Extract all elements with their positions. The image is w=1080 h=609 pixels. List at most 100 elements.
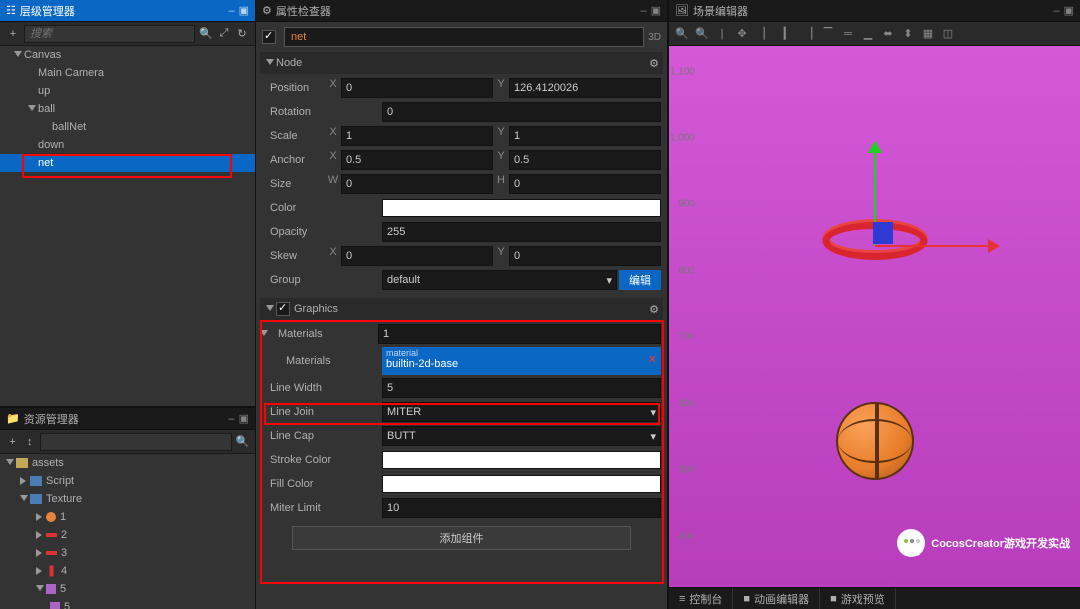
position-x[interactable] bbox=[341, 78, 493, 98]
sort-icon[interactable]: ↕ bbox=[21, 433, 38, 451]
hierarchy-header: ☷ 层级管理器 – ▣ bbox=[0, 0, 255, 22]
search-icon[interactable]: 🔍 bbox=[197, 25, 215, 43]
asset-item[interactable]: 2 bbox=[0, 526, 255, 544]
hierarchy-icon: ☷ bbox=[6, 4, 16, 17]
zoom-out-icon[interactable]: 🔍 bbox=[693, 25, 711, 43]
fill-color-swatch[interactable] bbox=[382, 475, 661, 493]
move-tool-icon[interactable]: ✥ bbox=[733, 25, 751, 43]
gizmo-x-axis[interactable] bbox=[875, 245, 995, 247]
asset-folder-texture[interactable]: Texture bbox=[0, 490, 255, 508]
gizmo-origin[interactable] bbox=[873, 222, 893, 244]
gear-icon: ⚙ bbox=[262, 4, 272, 17]
scene-toolbar: 🔍 🔍 | ✥ ▏ ▎ ▕ ▔ ═ ▁ ⬌ ⬍ ▦ ◫ bbox=[669, 22, 1080, 46]
align-bottom-icon[interactable]: ▁ bbox=[859, 25, 877, 43]
align-top-icon[interactable]: ▔ bbox=[819, 25, 837, 43]
asset-folder-script[interactable]: Script bbox=[0, 472, 255, 490]
inspector-header: ⚙ 属性检查器 – ▣ bbox=[256, 0, 667, 22]
gear-icon[interactable]: ⚙ bbox=[649, 303, 659, 316]
asset-item[interactable]: 5 bbox=[0, 580, 255, 598]
tab-animation[interactable]: ■动画编辑器 bbox=[733, 588, 820, 609]
minimize-icon[interactable]: – bbox=[640, 5, 646, 17]
skew-y[interactable] bbox=[509, 246, 661, 266]
scale-y[interactable] bbox=[509, 126, 661, 146]
tab-preview[interactable]: ■游戏预览 bbox=[820, 588, 896, 609]
minimize-icon[interactable]: – bbox=[228, 5, 234, 17]
scene-title: 场景编辑器 bbox=[693, 3, 1050, 19]
console-icon: ≡ bbox=[679, 593, 685, 605]
refresh-icon[interactable]: ↻ bbox=[233, 25, 251, 43]
color-swatch[interactable] bbox=[382, 199, 661, 217]
anchor-x[interactable] bbox=[341, 150, 493, 170]
align-right-icon[interactable]: ▕ bbox=[799, 25, 817, 43]
tree-node-ballnet[interactable]: ballNet bbox=[0, 118, 255, 136]
edit-group-button[interactable]: 编辑 bbox=[619, 270, 661, 290]
minimize-icon[interactable]: – bbox=[228, 413, 234, 425]
popout-icon[interactable]: ▣ bbox=[239, 4, 249, 17]
assets-search[interactable] bbox=[40, 433, 231, 451]
align-left-icon[interactable]: ▏ bbox=[759, 25, 777, 43]
position-y[interactable] bbox=[509, 78, 661, 98]
remove-icon[interactable]: ✕ bbox=[648, 353, 657, 366]
add-button[interactable]: + bbox=[4, 433, 21, 451]
anchor-y[interactable] bbox=[509, 150, 661, 170]
tree-node-ball[interactable]: ball bbox=[0, 100, 255, 118]
scale-x[interactable] bbox=[341, 126, 493, 146]
line-join-select[interactable]: MITER▾ bbox=[382, 402, 661, 422]
add-component-button[interactable]: 添加组件 bbox=[292, 526, 631, 550]
expand-icon[interactable]: ⤢ bbox=[215, 25, 233, 43]
distribute-v-icon[interactable]: ⬍ bbox=[899, 25, 917, 43]
graphics-enable-checkbox[interactable] bbox=[276, 302, 290, 316]
align-middle-icon[interactable]: ═ bbox=[839, 25, 857, 43]
assets-header: 📁 资源管理器 – ▣ bbox=[0, 408, 255, 430]
stroke-color-swatch[interactable] bbox=[382, 451, 661, 469]
asset-root[interactable]: assets bbox=[0, 454, 255, 472]
graphics-section-header[interactable]: Graphics ⚙ bbox=[260, 298, 663, 320]
tree-node-up[interactable]: up bbox=[0, 82, 255, 100]
size-w[interactable] bbox=[341, 174, 493, 194]
line-width-input[interactable] bbox=[382, 378, 661, 398]
gear-icon[interactable]: ⚙ bbox=[649, 57, 659, 70]
node-section-header[interactable]: Node ⚙ bbox=[260, 52, 663, 74]
search-icon[interactable]: 🔍 bbox=[234, 433, 251, 451]
hierarchy-toolbar: + 🔍 ⤢ ↻ bbox=[0, 22, 255, 46]
skew-x[interactable] bbox=[341, 246, 493, 266]
popout-icon[interactable]: ▣ bbox=[1064, 4, 1074, 17]
tree-node-canvas[interactable]: Canvas bbox=[0, 46, 255, 64]
asset-item[interactable]: 5 bbox=[0, 598, 255, 609]
tree-node-camera[interactable]: Main Camera bbox=[0, 64, 255, 82]
rotation-input[interactable] bbox=[382, 102, 661, 122]
popout-icon[interactable]: ▣ bbox=[239, 412, 249, 425]
scene-view[interactable]: 1,100 1,000 900 800 700 600 500 400 Coco… bbox=[669, 46, 1080, 587]
hierarchy-title: 层级管理器 bbox=[20, 3, 225, 19]
materials-count[interactable] bbox=[378, 324, 661, 344]
scene-icon: 🖼 bbox=[675, 4, 689, 17]
line-cap-select[interactable]: BUTT▾ bbox=[382, 426, 661, 446]
inspector-title: 属性检查器 bbox=[276, 3, 637, 19]
popout-icon[interactable]: ▣ bbox=[651, 4, 661, 17]
align-center-icon[interactable]: ▎ bbox=[779, 25, 797, 43]
opacity-input[interactable] bbox=[382, 222, 661, 242]
minimize-icon[interactable]: – bbox=[1053, 5, 1059, 17]
asset-item[interactable]: 1 bbox=[0, 508, 255, 526]
size-h[interactable] bbox=[509, 174, 661, 194]
add-button[interactable]: + bbox=[4, 25, 22, 43]
distribute-h-icon[interactable]: ⬌ bbox=[879, 25, 897, 43]
node-name-input[interactable] bbox=[284, 27, 644, 47]
tree-node-net[interactable]: net bbox=[0, 154, 255, 172]
asset-item[interactable]: 4 bbox=[0, 562, 255, 580]
hierarchy-search[interactable] bbox=[24, 25, 195, 43]
zoom-in-icon[interactable]: 🔍 bbox=[673, 25, 691, 43]
separator: | bbox=[713, 25, 731, 43]
watermark: CocosCreator游戏开发实战 bbox=[897, 529, 1070, 557]
animation-icon: ■ bbox=[743, 593, 750, 605]
tab-console[interactable]: ≡控制台 bbox=[669, 588, 733, 609]
asset-item[interactable]: 3 bbox=[0, 544, 255, 562]
enable-checkbox[interactable] bbox=[262, 30, 276, 44]
tree-node-down[interactable]: down bbox=[0, 136, 255, 154]
chevron-down-icon: ▾ bbox=[650, 430, 656, 443]
snap-icon[interactable]: ◫ bbox=[939, 25, 957, 43]
group-select[interactable]: default▾ bbox=[382, 270, 617, 290]
material-slot[interactable]: materialbuiltin-2d-base✕ bbox=[382, 347, 661, 375]
miter-limit-input[interactable] bbox=[382, 498, 661, 518]
grid-icon[interactable]: ▦ bbox=[919, 25, 937, 43]
